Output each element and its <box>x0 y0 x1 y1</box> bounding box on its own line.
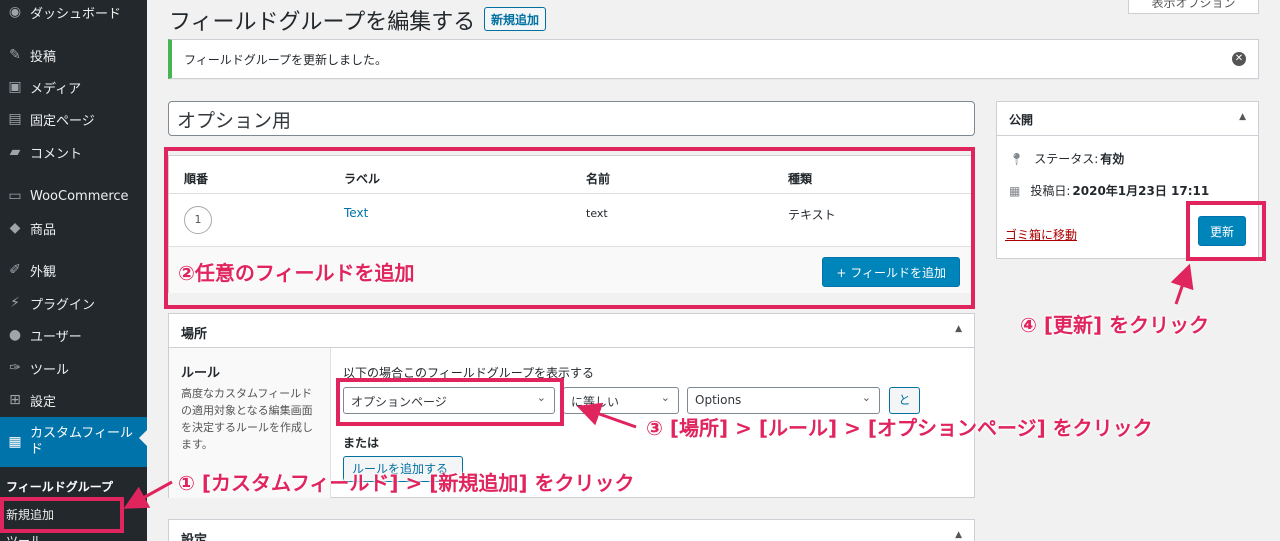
arrow-step4 <box>1170 263 1194 305</box>
annotation-step3: ③ [場所] > [ルール] > [オプションページ] をクリック <box>646 416 1153 440</box>
annotation-step1: ① [カスタムフィールド] > [新規追加] をクリック <box>178 471 635 495</box>
annotation-step2: ②任意のフィールドを追加 <box>178 261 415 285</box>
annotation-step4: ④ [更新] をクリック <box>1020 313 1210 337</box>
arrow-step1 <box>123 480 173 509</box>
arrow-step3 <box>576 402 637 429</box>
